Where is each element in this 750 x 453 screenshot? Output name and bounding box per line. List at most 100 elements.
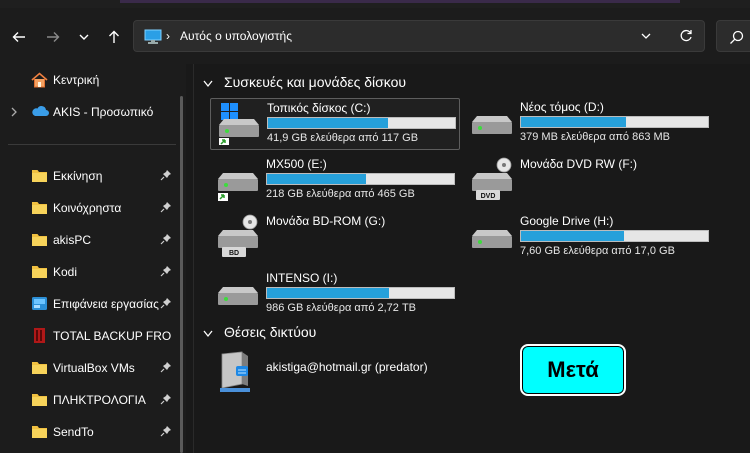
drive-free-space: 218 GB ελεύθερα από 465 GB	[266, 188, 415, 200]
breadcrumb-this-pc[interactable]: Αυτός ο υπολογιστής	[180, 29, 292, 43]
sidebar-item-sendto[interactable]: SendTo	[0, 420, 180, 444]
sidebar-item-shared[interactable]: Κοινόχρηστα	[0, 196, 180, 220]
drive-name: INTENSO (I:)	[266, 271, 338, 285]
drive-free-space: 986 GB ελεύθερα από 2,72 TB	[266, 302, 417, 314]
sidebar-divider	[8, 144, 176, 145]
sidebar-item-startup[interactable]: Εκκίνηση	[0, 164, 180, 188]
forward-button[interactable]	[42, 27, 64, 47]
pin-icon[interactable]	[160, 265, 172, 277]
chevron-down-icon	[79, 34, 89, 40]
pin-icon[interactable]	[160, 425, 172, 437]
capacity-bar	[520, 230, 709, 242]
folder-icon	[32, 234, 47, 246]
pin-icon[interactable]	[160, 361, 172, 373]
up-button[interactable]	[103, 27, 125, 47]
capacity-bar	[266, 287, 455, 299]
capacity-bar	[266, 173, 455, 185]
folder-icon	[32, 362, 47, 374]
backup-app-icon	[34, 328, 45, 343]
pin-icon[interactable]	[160, 297, 172, 309]
sidebar-item-onedrive[interactable]: AKIS - Προσωπικό	[0, 100, 180, 124]
home-icon	[31, 72, 48, 88]
dvd-badge: DVD	[481, 193, 496, 200]
chevron-down-icon[interactable]	[640, 30, 652, 42]
dvd-drive-icon: DVD	[472, 157, 512, 200]
sidebar-item-label: AKIS - Προσωπικό	[53, 105, 154, 119]
drive-name: Google Drive (H:)	[520, 214, 614, 228]
sidebar-item-label: Κεντρική	[53, 73, 100, 87]
desktop-icon	[32, 297, 47, 310]
back-button[interactable]	[8, 27, 30, 47]
monitor-icon	[144, 29, 162, 44]
drive-free-space: 7,60 GB ελεύθερα από 17,0 GB	[520, 245, 675, 257]
sidebar-scrollbar[interactable]	[180, 96, 183, 453]
hard-drive-icon	[472, 116, 512, 134]
drive-h[interactable]: Google Drive (H:) 7,60 GB ελεύθερα από 1…	[464, 212, 714, 264]
capacity-bar	[520, 116, 709, 128]
drive-name: MX500 (E:)	[266, 157, 327, 171]
title-accent	[120, 0, 680, 3]
chevron-right-icon[interactable]	[10, 106, 18, 118]
sidebar-item-label: ΠΛΗΚΤΡΟΛΟΓΙΑ	[53, 393, 146, 407]
search-icon	[730, 30, 744, 44]
capacity-fill	[267, 288, 389, 298]
drive-g-bd[interactable]: BD Μονάδα BD-ROM (G:)	[210, 212, 460, 264]
network-location-item[interactable]: akistiga@hotmail.gr (predator)	[216, 350, 466, 394]
drive-name: Τοπικός δίσκος (C:)	[267, 101, 371, 115]
capacity-fill	[267, 174, 367, 184]
drive-free-space: 41,9 GB ελεύθερα από 117 GB	[267, 132, 419, 144]
hard-drive-icon	[218, 287, 258, 305]
chevron-down-icon	[203, 80, 213, 88]
folder-icon	[32, 266, 47, 278]
sidebar-item-desktop[interactable]: Επιφάνεια εργασίας	[0, 292, 180, 316]
drive-c[interactable]: Τοπικός δίσκος (C:) 41,9 GB ελεύθερα από…	[210, 98, 460, 150]
drive-d[interactable]: Νέος τόμος (D:) 379 MB ελεύθερα από 863 …	[464, 98, 714, 150]
sidebar-item-keyboards[interactable]: ΠΛΗΚΤΡΟΛΟΓΙΑ	[0, 388, 180, 412]
recent-locations-button[interactable]	[73, 27, 95, 47]
drive-e[interactable]: MX500 (E:) 218 GB ελεύθερα από 465 GB	[210, 155, 460, 207]
arrow-right-icon	[47, 32, 60, 42]
sidebar-item-akispc[interactable]: akisPC	[0, 228, 180, 252]
pin-icon[interactable]	[160, 201, 172, 213]
sidebar-item-label: Kodi	[53, 265, 78, 279]
capacity-fill	[521, 231, 624, 241]
pin-icon[interactable]	[160, 393, 172, 405]
sidebar-item-label: TOTAL BACKUP FRO	[53, 329, 172, 343]
pin-icon[interactable]	[160, 233, 172, 245]
pin-icon[interactable]	[160, 169, 172, 181]
arrow-up-icon	[109, 30, 119, 43]
title-strip	[0, 0, 750, 8]
capacity-fill	[521, 117, 626, 127]
navigation-pane: Κεντρική AKIS - Προσωπικό Εκκίνηση Κοινό…	[0, 64, 186, 453]
sidebar-item-label: SendTo	[53, 425, 94, 439]
sidebar-item-label: Εκκίνηση	[53, 169, 103, 183]
sidebar-item-kodi[interactable]: Kodi	[0, 260, 180, 284]
drive-f-dvd[interactable]: DVD Μονάδα DVD RW (F:)	[464, 155, 714, 207]
section-title: Συσκευές και μονάδες δίσκου	[224, 74, 407, 90]
sidebar-item-total-backup[interactable]: TOTAL BACKUP FRO	[0, 324, 180, 348]
next-button[interactable]: Μετά	[520, 344, 626, 396]
hard-drive-icon	[218, 173, 258, 201]
sidebar-item-label: akisPC	[53, 233, 92, 247]
sidebar-item-virtualbox-vms[interactable]: VirtualBox VMs	[0, 356, 180, 380]
breadcrumb-separator: ›	[166, 29, 170, 43]
refresh-icon[interactable]	[678, 28, 694, 44]
bd-badge: BD	[229, 250, 239, 257]
sidebar-item-home[interactable]: Κεντρική	[0, 68, 180, 92]
drive-i[interactable]: INTENSO (I:) 986 GB ελεύθερα από 2,72 TB	[210, 269, 460, 321]
content-pane: Συσκευές και μονάδες δίσκου Τοπικός δίσκ…	[194, 64, 750, 453]
folder-icon	[32, 170, 47, 182]
system-drive-icon	[219, 103, 259, 145]
capacity-bar	[267, 117, 456, 129]
hard-drive-icon	[472, 230, 512, 248]
drive-name: Μονάδα BD-ROM (G:)	[266, 214, 386, 228]
folder-icon	[32, 394, 47, 406]
onedrive-cloud-icon	[32, 106, 49, 116]
address-bar[interactable]: › Αυτός ο υπολογιστής	[133, 20, 705, 52]
network-drive-icon	[220, 351, 250, 392]
chevron-down-icon	[203, 330, 213, 338]
drive-name: Νέος τόμος (D:)	[520, 100, 604, 114]
sidebar-item-label: VirtualBox VMs	[53, 361, 135, 375]
search-box[interactable]	[716, 20, 750, 52]
drive-free-space: 379 MB ελεύθερα από 863 MB	[520, 131, 671, 143]
